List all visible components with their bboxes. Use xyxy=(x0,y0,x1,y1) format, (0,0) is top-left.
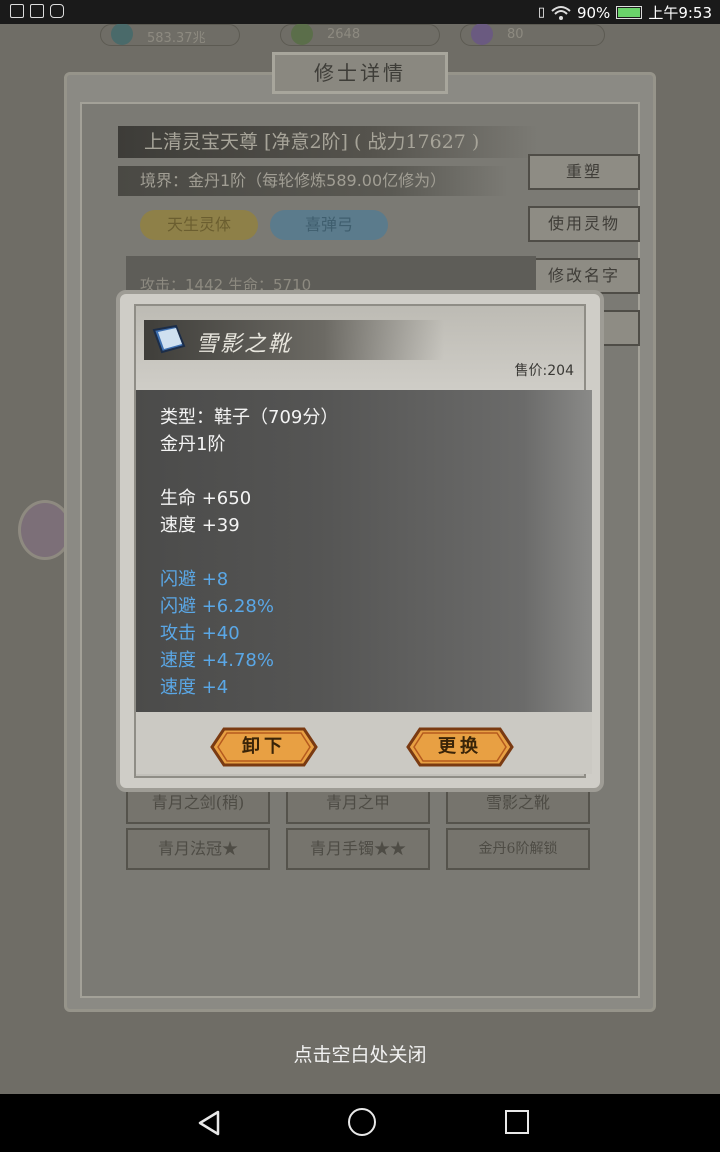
close-hint[interactable]: 点击空白处关闭 xyxy=(0,1040,720,1067)
resource-gem: 80 xyxy=(460,24,605,46)
cultivation-icon xyxy=(111,24,133,45)
back-icon[interactable] xyxy=(196,1110,222,1136)
app-notification-icon xyxy=(50,4,64,18)
equip-slot-bracelet[interactable]: 青月手镯★★ xyxy=(286,828,430,870)
notification-icons xyxy=(10,4,64,18)
keyboard-notification-icon xyxy=(30,4,44,18)
attribute-line: 攻击 +40 xyxy=(160,623,240,644)
status-bar: ▯ 90% 上午9:53 xyxy=(0,0,720,24)
resource-value: 583.37兆 xyxy=(147,31,206,46)
attribute-spacer xyxy=(160,539,592,566)
battery-percent: 90% xyxy=(576,3,611,22)
item-attributes: 类型：鞋子（709分） 金丹1阶生命 +650 速度 +39 闪避 +8 闪避 +6.2… xyxy=(136,390,592,712)
attribute-line: 速度 +39 xyxy=(160,515,240,536)
navigation-bar xyxy=(0,1094,720,1152)
resource-value: 80 xyxy=(507,27,524,42)
wifi-icon xyxy=(551,5,571,20)
replace-button[interactable]: 更换 xyxy=(406,726,514,768)
gold-icon xyxy=(291,24,313,45)
item-detail-dialog: 雪影之靴 售价:204 类型：鞋子（709分） 金丹1阶生命 +650 速度 +39… xyxy=(116,290,604,792)
battery-icon xyxy=(616,6,643,19)
vibrate-icon: ▯ xyxy=(537,5,545,20)
recent-apps-icon[interactable] xyxy=(505,1110,529,1134)
character-realm: 境界：金丹1阶（每轮修炼589.00亿修为） xyxy=(118,166,508,196)
attribute-line: 类型：鞋子（709分） xyxy=(160,407,339,428)
sell-price: 售价:204 xyxy=(514,363,574,379)
gem-icon xyxy=(471,24,493,45)
replace-label: 更换 xyxy=(438,736,482,757)
attribute-line: 生命 +650 xyxy=(160,488,252,509)
attribute-line: 闪避 +6.28% xyxy=(160,596,274,617)
unequip-button[interactable]: 卸下 xyxy=(210,726,318,768)
resource-cultivation: 583.37兆 xyxy=(100,24,240,46)
resource-value: 2648 xyxy=(327,27,361,42)
character-name: 上清灵宝天尊 [净意2阶] ( 战力17627 ) xyxy=(118,126,538,158)
equip-slot-crown[interactable]: 青月法冠★ xyxy=(126,828,270,870)
unequip-label: 卸下 xyxy=(242,736,286,757)
image-notification-icon xyxy=(10,4,24,18)
attribute-spacer xyxy=(160,458,592,485)
rename-button[interactable]: 修改名字 xyxy=(528,258,640,294)
clock: 上午9:53 xyxy=(648,4,712,22)
attribute-line: 速度 +4.78% xyxy=(160,650,274,671)
item-name: 雪影之靴 xyxy=(196,332,293,357)
use-item-button[interactable]: 使用灵物 xyxy=(528,206,640,242)
attribute-line: 金丹1阶 xyxy=(160,434,226,455)
title-ribbon xyxy=(144,320,444,360)
attribute-line: 速度 +4 xyxy=(160,677,229,698)
attribute-line: 闪避 +8 xyxy=(160,569,229,590)
battery-level-fill xyxy=(618,8,640,17)
equip-slot-locked: 金丹6阶解锁 xyxy=(446,828,590,870)
book-icon xyxy=(152,324,186,354)
dialog-footer xyxy=(136,712,592,774)
preference-tag: 喜弹弓 xyxy=(270,210,388,240)
panel-title: 修士详情 xyxy=(272,52,448,94)
reshape-button[interactable]: 重塑 xyxy=(528,154,640,190)
resource-gold: 2648 xyxy=(280,24,440,46)
home-icon[interactable] xyxy=(348,1108,376,1136)
trait-tag: 天生灵体 xyxy=(140,210,258,240)
